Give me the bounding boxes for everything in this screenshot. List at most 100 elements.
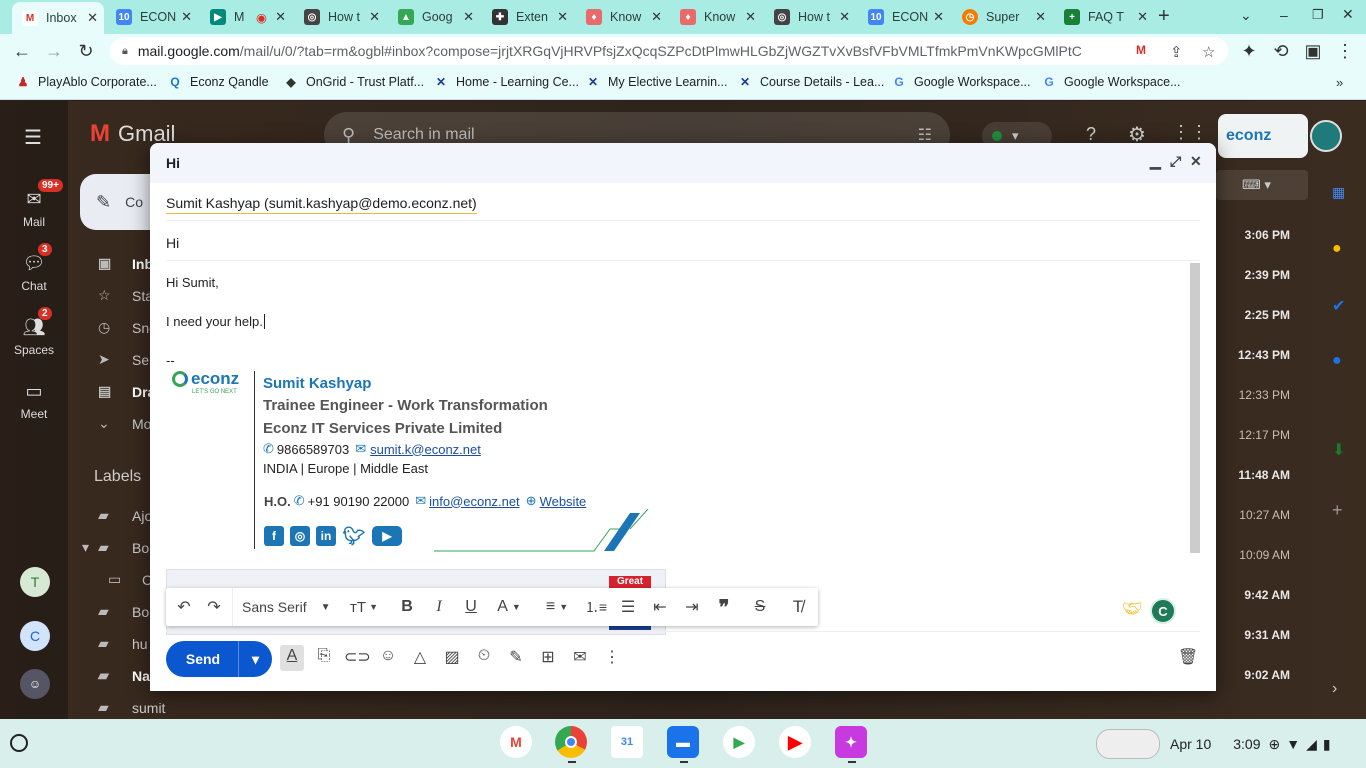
- close-icon[interactable]: ✕: [87, 10, 98, 26]
- font-select[interactable]: Sans Serif ▼: [242, 588, 342, 626]
- numbered-list-icon[interactable]: ⒈≡: [584, 588, 608, 626]
- close-icon[interactable]: ✕: [839, 9, 850, 25]
- tasks-icon[interactable]: ✔: [1332, 296, 1345, 316]
- minimize-icon[interactable]: ▁: [1150, 153, 1161, 170]
- label-item[interactable]: ▰ hu: [68, 635, 148, 652]
- bookmark[interactable]: ♟ PlayAblo Corporate...: [16, 75, 157, 89]
- tab[interactable]: ♦ Know ✕: [670, 4, 762, 30]
- menu-icon[interactable]: ⋮: [1328, 34, 1362, 68]
- underline-icon[interactable]: U: [460, 588, 482, 626]
- grammar-assistant-icon[interactable]: C: [1150, 598, 1176, 624]
- close-icon[interactable]: ✕: [933, 9, 944, 25]
- play-store-icon[interactable]: ▶: [723, 726, 755, 758]
- bold-icon[interactable]: B: [396, 588, 418, 626]
- bookmark[interactable]: ✕ Course Details - Lea...: [738, 75, 884, 89]
- message-body[interactable]: Hi Sumit, I need your help. -- econz LET…: [166, 273, 1190, 635]
- bulleted-list-icon[interactable]: ☰: [616, 588, 640, 626]
- close-icon[interactable]: ✕: [1190, 153, 1202, 170]
- close-window-icon[interactable]: ✕: [1342, 6, 1354, 23]
- label-item[interactable]: ▰ Ajo: [68, 507, 152, 524]
- close-icon[interactable]: ✕: [745, 9, 756, 25]
- bookmark[interactable]: Q Econz Qandle: [168, 75, 268, 89]
- redo-icon[interactable]: ↷: [204, 588, 224, 626]
- minimize-icon[interactable]: –: [1280, 7, 1288, 23]
- emoji-icon[interactable]: ☺: [376, 647, 400, 665]
- rail-mail[interactable]: ✉ 99+ Mail: [0, 179, 68, 229]
- linkedin-icon[interactable]: in: [316, 526, 336, 546]
- align-icon[interactable]: ≡ ▼: [540, 588, 574, 626]
- formatting-options-icon[interactable]: A: [280, 645, 304, 671]
- restore-icon[interactable]: ❐: [1312, 7, 1324, 23]
- sidebar-item-inbox[interactable]: ▣ Inb: [68, 255, 153, 272]
- italic-icon[interactable]: I: [428, 588, 450, 626]
- close-icon[interactable]: ✕: [651, 9, 662, 25]
- signature-icon[interactable]: ✎: [504, 647, 528, 667]
- close-icon[interactable]: ✕: [557, 9, 568, 25]
- help-icon[interactable]: ?: [1086, 124, 1096, 145]
- side-panel-icon[interactable]: ▣: [1296, 34, 1330, 68]
- more-bookmarks-icon[interactable]: »: [1336, 75, 1343, 90]
- apps-grid-icon[interactable]: ⋮⋮: [1172, 122, 1208, 143]
- label-item[interactable]: ▾ ▰ Bo: [68, 539, 149, 556]
- tab[interactable]: + FAQ T ✕: [1054, 4, 1154, 30]
- rail-spaces[interactable]: 👥︎ 2 Spaces: [0, 307, 68, 357]
- remove-formatting-icon[interactable]: T̸: [786, 588, 810, 626]
- tab-search-icon[interactable]: ⌄: [1240, 7, 1252, 24]
- rail-chat[interactable]: 💬︎ 3 Chat: [0, 243, 68, 293]
- youtube-app-icon[interactable]: ▶: [779, 726, 811, 758]
- contacts-icon[interactable]: ●: [1332, 352, 1342, 370]
- holding-space-icon[interactable]: [1096, 729, 1160, 759]
- calendar-icon[interactable]: ▦: [1332, 184, 1345, 201]
- label-item[interactable]: ▰ sumit: [68, 699, 165, 716]
- instagram-icon[interactable]: ◎: [290, 526, 310, 546]
- launcher-icon[interactable]: [10, 734, 28, 752]
- attach-icon[interactable]: ⎘: [312, 647, 336, 665]
- tab[interactable]: ✚ Exten ✕: [482, 4, 574, 30]
- chrome-app-icon[interactable]: [555, 726, 587, 758]
- sidebar-item-more[interactable]: ⌄ Mo: [68, 415, 151, 432]
- sidebar-item-starred[interactable]: ☆ Sta: [68, 287, 153, 304]
- avatar[interactable]: C: [20, 621, 50, 651]
- twitter-icon[interactable]: 🐦︎: [342, 526, 366, 546]
- more-options-icon[interactable]: ⋮: [600, 647, 624, 667]
- bookmark[interactable]: ✕ My Elective Learnin...: [586, 75, 728, 89]
- files-app-icon[interactable]: ▬: [667, 726, 699, 758]
- website-link[interactable]: Website: [540, 494, 587, 509]
- extensions-icon[interactable]: ✦: [1232, 34, 1266, 68]
- add-addon-icon[interactable]: +: [1332, 500, 1343, 521]
- tab[interactable]: ◎ How t ✕: [294, 4, 386, 30]
- tab[interactable]: ▶ M ◉ ✕: [200, 4, 292, 30]
- compose-scrollbar[interactable]: [1190, 263, 1200, 553]
- compose-header[interactable]: Hi ▁ ⤢ ✕: [150, 143, 1216, 183]
- keep-icon[interactable]: ●: [1332, 240, 1342, 258]
- text-size-icon[interactable]: тT ▼: [344, 588, 384, 626]
- bookmark-star-icon[interactable]: ☆: [1202, 43, 1215, 61]
- reload-icon[interactable]: ↻: [69, 34, 103, 68]
- to-field[interactable]: Sumit Kashyap (sumit.kashyap@demo.econz.…: [166, 191, 1200, 221]
- label-item[interactable]: ▰ Na: [68, 667, 150, 684]
- tab[interactable]: ◎ How t ✕: [764, 4, 856, 30]
- confidential-icon[interactable]: ⏲: [472, 647, 496, 665]
- back-icon[interactable]: ←: [5, 34, 39, 68]
- tab[interactable]: 10 ECON ✕: [106, 4, 198, 30]
- download-icon[interactable]: ⬇: [1332, 440, 1345, 460]
- calendar-app-icon[interactable]: 31: [611, 726, 643, 758]
- avatar[interactable]: T: [20, 567, 50, 597]
- input-tools[interactable]: ⌨ ▾: [1216, 170, 1308, 200]
- bookmark[interactable]: ✕ Home - Learning Ce...: [434, 75, 579, 89]
- gmail-app-icon[interactable]: M: [500, 726, 532, 758]
- close-icon[interactable]: ✕: [463, 9, 474, 25]
- strikethrough-icon[interactable]: S: [748, 588, 772, 626]
- label-item[interactable]: ▰ Bo: [68, 603, 149, 620]
- text-color-icon[interactable]: A ▼: [492, 588, 526, 626]
- close-icon[interactable]: ✕: [181, 9, 192, 25]
- close-icon[interactable]: ✕: [1137, 9, 1148, 25]
- close-icon[interactable]: ✕: [275, 9, 286, 25]
- bookmark[interactable]: G Google Workspace...: [1042, 75, 1180, 89]
- new-tab-icon[interactable]: +: [1158, 5, 1170, 28]
- ho-email-link[interactable]: info@econz.net: [429, 494, 520, 509]
- screencast-app-icon[interactable]: ✦: [835, 726, 867, 758]
- sidebar-item-sent[interactable]: ➤ Sen: [68, 351, 157, 368]
- avatar[interactable]: ☺: [20, 669, 50, 699]
- address-bar[interactable]: 🔒︎ mail.google.com/mail/u/0/?tab=rm&ogbl…: [110, 37, 1228, 65]
